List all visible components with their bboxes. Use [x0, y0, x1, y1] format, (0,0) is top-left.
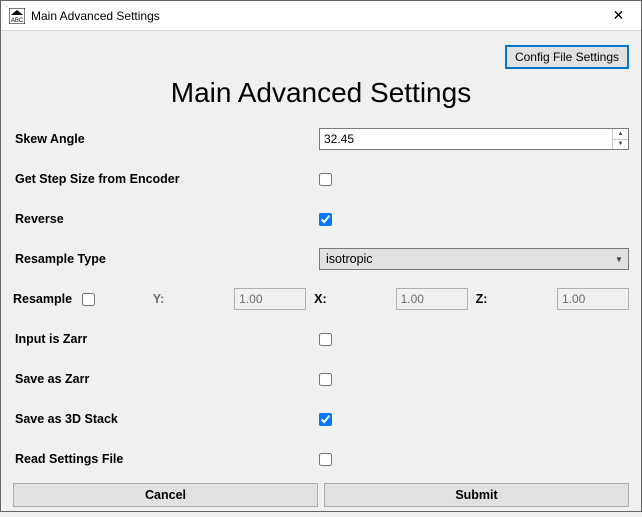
up-arrow-icon[interactable]: ▲ [613, 129, 628, 140]
down-arrow-icon[interactable]: ▼ [613, 140, 628, 150]
row-save-as-zarr: Save as Zarr [13, 359, 629, 399]
resample-z-label: Z: [476, 292, 498, 306]
save-as-3d-stack-label: Save as 3D Stack [13, 412, 319, 426]
skew-angle-input[interactable] [320, 129, 612, 149]
skew-angle-label: Skew Angle [13, 132, 319, 146]
input-is-zarr-label: Input is Zarr [13, 332, 319, 346]
settings-form: Skew Angle ▲▼ Get Step Size from Encoder… [13, 119, 629, 507]
skew-angle-stepper[interactable]: ▲▼ [612, 129, 628, 149]
save-as-zarr-checkbox[interactable] [319, 373, 332, 386]
resample-x-spinbox[interactable]: ▲▼ [396, 288, 468, 310]
cancel-button[interactable]: Cancel [13, 483, 318, 507]
window-title: Main Advanced Settings [31, 9, 160, 23]
row-resample-type: Resample Type isotropic ▼ [13, 239, 629, 279]
get-step-size-checkbox[interactable] [319, 173, 332, 186]
resample-z-spinbox[interactable]: ▲▼ [557, 288, 629, 310]
read-settings-file-label: Read Settings File [13, 452, 319, 466]
resample-checkbox[interactable] [82, 293, 95, 306]
content-area: Config File Settings Main Advanced Setti… [1, 31, 641, 517]
input-is-zarr-checkbox[interactable] [319, 333, 332, 346]
button-row: Cancel Submit [13, 483, 629, 507]
app-icon: ABC [9, 8, 25, 24]
resample-x-label: X: [314, 292, 336, 306]
resample-type-value: isotropic [320, 252, 610, 266]
resample-label: Resample [13, 292, 72, 306]
resample-type-combobox[interactable]: isotropic ▼ [319, 248, 629, 270]
row-reverse: Reverse [13, 199, 629, 239]
get-step-size-label: Get Step Size from Encoder [13, 172, 319, 186]
save-as-3d-stack-checkbox[interactable] [319, 413, 332, 426]
page-title: Main Advanced Settings [13, 77, 629, 109]
resample-z-input[interactable] [558, 289, 642, 309]
row-read-settings-file: Read Settings File [13, 439, 629, 479]
save-as-zarr-label: Save as Zarr [13, 372, 319, 386]
row-input-is-zarr: Input is Zarr [13, 319, 629, 359]
resample-type-label: Resample Type [13, 252, 319, 266]
chevron-down-icon[interactable]: ▼ [610, 255, 628, 264]
read-settings-file-checkbox[interactable] [319, 453, 332, 466]
resample-y-label: Y: [153, 292, 175, 306]
row-resample: Resample Y: ▲▼ X: ▲▼ Z: ▲▼ [13, 279, 629, 319]
reverse-label: Reverse [13, 212, 319, 226]
svg-text:ABC: ABC [11, 18, 24, 24]
close-button[interactable]: ✕ [596, 1, 641, 31]
row-skew-angle: Skew Angle ▲▼ [13, 119, 629, 159]
skew-angle-spinbox[interactable]: ▲▼ [319, 128, 629, 150]
config-file-settings-button[interactable]: Config File Settings [505, 45, 629, 69]
resample-y-spinbox[interactable]: ▲▼ [234, 288, 306, 310]
submit-button[interactable]: Submit [324, 483, 629, 507]
reverse-checkbox[interactable] [319, 213, 332, 226]
row-save-as-3d-stack: Save as 3D Stack [13, 399, 629, 439]
row-get-step-size: Get Step Size from Encoder [13, 159, 629, 199]
titlebar: ABC Main Advanced Settings ✕ [1, 1, 641, 31]
